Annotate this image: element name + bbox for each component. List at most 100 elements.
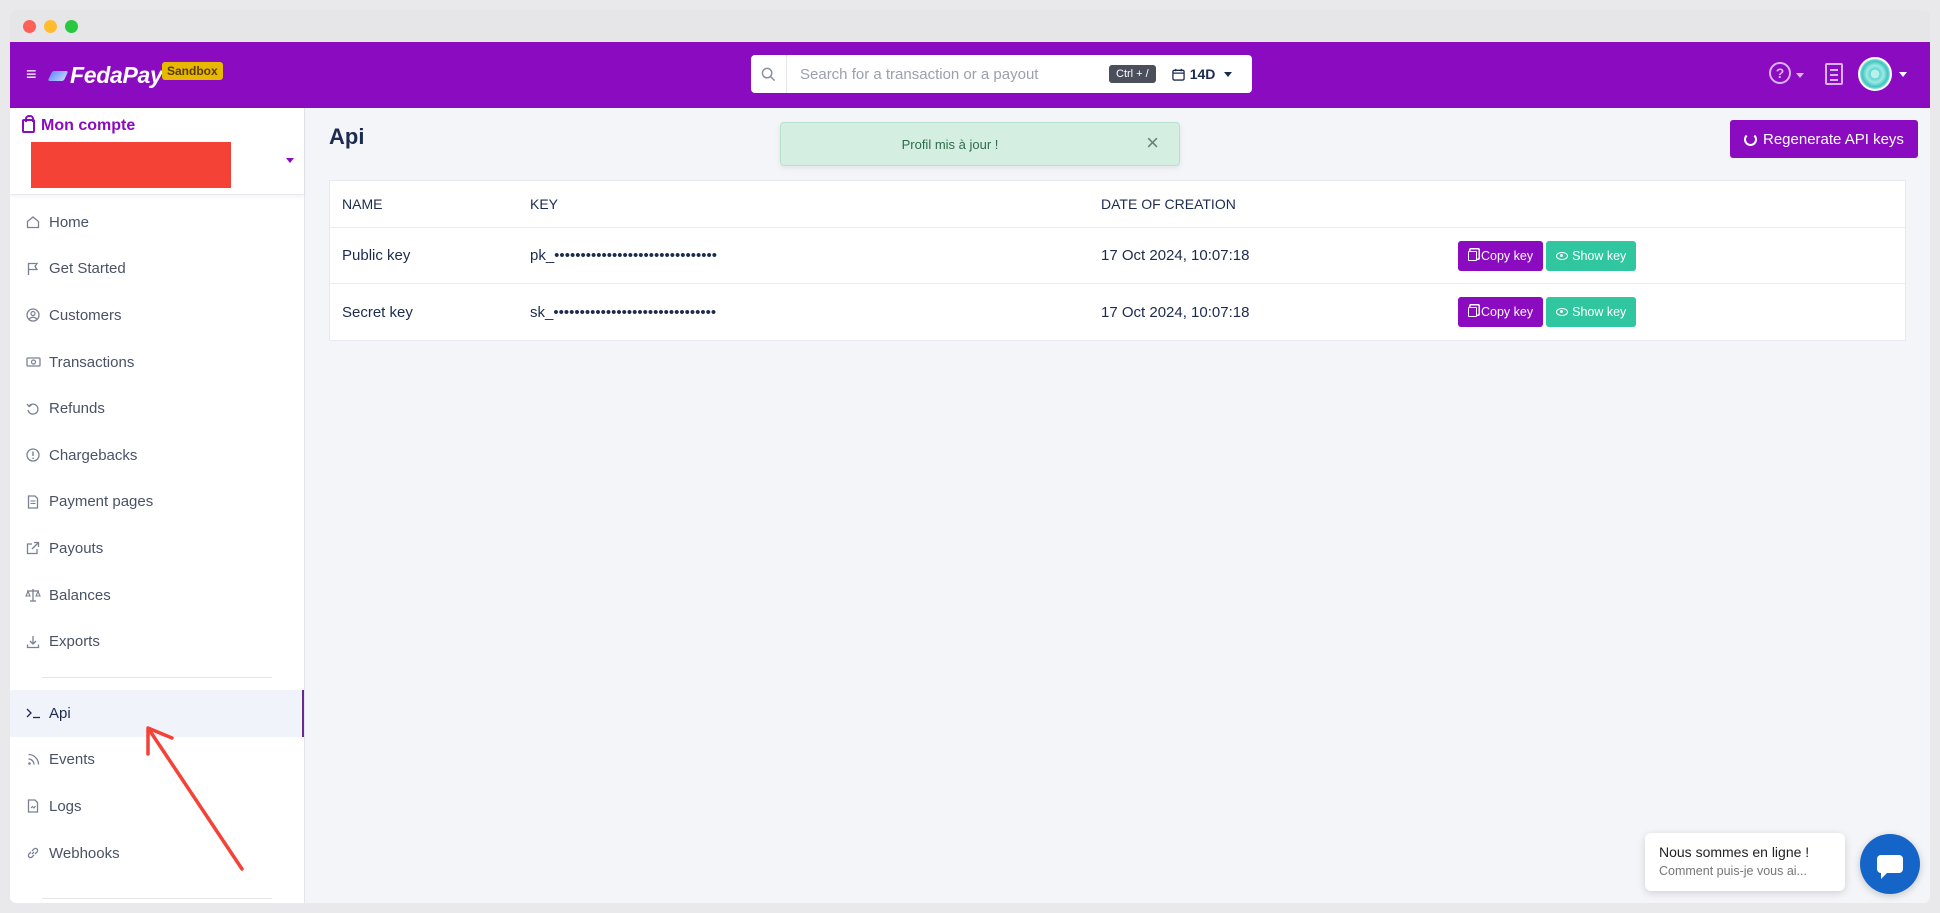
- sidebar-item-transactions[interactable]: Transactions: [10, 339, 304, 386]
- window-titlebar: [10, 10, 1930, 42]
- sidebar-item-balances[interactable]: Balances: [10, 572, 304, 619]
- period-selector[interactable]: 14D: [1171, 66, 1233, 82]
- terminal-icon: [25, 705, 41, 721]
- help-icon[interactable]: ?: [1769, 62, 1791, 84]
- copy-icon: [1468, 307, 1477, 317]
- close-icon[interactable]: ×: [1146, 132, 1159, 154]
- rss-icon: [25, 752, 41, 768]
- calendar-icon: [1171, 68, 1185, 81]
- user-circle-icon: [25, 307, 41, 323]
- avatar-chevron-down-icon[interactable]: [1899, 72, 1907, 77]
- avatar[interactable]: [1858, 57, 1892, 91]
- regenerate-label: Regenerate API keys: [1763, 130, 1904, 148]
- key-value: sk_•••••••••••••••••••••••••••••••: [530, 303, 717, 321]
- brand-name: FedaPay: [70, 62, 163, 88]
- sidebar-dev-nav: Api Events Logs Webhooks: [10, 689, 304, 877]
- logo-mark-icon: [47, 70, 69, 81]
- alert-icon: [25, 447, 41, 463]
- sidebar-item-customers[interactable]: Customers: [10, 292, 304, 339]
- sidebar-item-api[interactable]: Api: [10, 689, 304, 737]
- sidebar-item-label: Chargebacks: [49, 446, 138, 464]
- chat-icon: [1877, 855, 1903, 879]
- shopping-bag-icon: [22, 115, 35, 133]
- sidebar-item-get-started[interactable]: Get Started: [10, 246, 304, 293]
- sidebar-item-refunds[interactable]: Refunds: [10, 385, 304, 432]
- sidebar-item-label: Get Started: [49, 260, 126, 278]
- copy-label: Copy key: [1481, 305, 1534, 319]
- row-actions: Copy key Show key: [1458, 240, 1905, 271]
- search-icon: [751, 55, 787, 93]
- help-chevron-down-icon[interactable]: [1796, 73, 1804, 78]
- sidebar-divider: [42, 676, 272, 678]
- regenerate-api-keys-button[interactable]: Regenerate API keys: [1730, 120, 1918, 158]
- sidebar-item-payment-pages[interactable]: Payment pages: [10, 479, 304, 526]
- search-bar: Ctrl + / 14D: [751, 55, 1252, 93]
- scale-icon: [25, 587, 41, 603]
- copy-key-button[interactable]: Copy key: [1458, 240, 1544, 271]
- sidebar-item-label: Transactions: [49, 353, 135, 371]
- key-name: Public key: [342, 247, 411, 264]
- sidebar-item-webhooks[interactable]: Webhooks: [10, 830, 304, 877]
- chevron-down-icon: [1224, 71, 1233, 77]
- redacted-account-name: [31, 142, 231, 188]
- sidebar-item-label: Logs: [49, 797, 82, 815]
- copy-label: Copy key: [1481, 248, 1534, 263]
- documentation-icon[interactable]: [1825, 63, 1843, 85]
- flag-icon: [25, 261, 41, 277]
- table-row: Secret key sk_••••••••••••••••••••••••••…: [330, 284, 1905, 340]
- sidebar-item-payouts[interactable]: Payouts: [10, 525, 304, 572]
- row-actions: Copy key Show key: [1458, 297, 1905, 327]
- sidebar-item-label: Exports: [49, 633, 100, 651]
- search-input[interactable]: [787, 56, 1107, 92]
- brand-logo[interactable]: FedaPay: [47, 62, 163, 89]
- sidebar-item-label: Payment pages: [49, 493, 154, 511]
- eye-icon: [1556, 251, 1569, 260]
- sidebar-item-logs[interactable]: Logs: [10, 783, 304, 830]
- creation-date: 17 Oct 2024, 10:07:18: [1101, 247, 1250, 264]
- chevron-down-icon[interactable]: [286, 158, 294, 163]
- copy-key-button[interactable]: Copy key: [1458, 297, 1544, 327]
- chat-greeting[interactable]: Nous sommes en ligne ! Comment puis-je v…: [1645, 833, 1845, 891]
- copy-icon: [1468, 250, 1477, 261]
- sidebar-item-exports[interactable]: Exports: [10, 618, 304, 665]
- link-icon: [25, 845, 41, 861]
- toast-message: Profil mis à jour !: [901, 136, 999, 152]
- browser-window: ≡ FedaPay Sandbox Ctrl + / 14D ?: [10, 10, 1930, 903]
- sidebar-item-events[interactable]: Events: [10, 737, 304, 784]
- close-window-button[interactable]: [23, 19, 36, 33]
- show-label: Show key: [1572, 305, 1627, 319]
- refresh-icon: [1744, 132, 1757, 146]
- table-header: NAME KEY DATE OF CREATION: [330, 181, 1905, 228]
- show-key-button[interactable]: Show key: [1546, 297, 1637, 327]
- chat-title: Nous sommes en ligne !: [1659, 844, 1810, 860]
- sidebar-divider: [42, 898, 272, 900]
- refund-icon: [25, 401, 41, 417]
- page-icon: [25, 494, 41, 510]
- home-icon: [25, 214, 41, 230]
- show-key-button[interactable]: Show key: [1546, 240, 1637, 271]
- top-bar: ≡ FedaPay Sandbox Ctrl + / 14D ?: [10, 42, 1930, 108]
- sidebar-item-label: Balances: [49, 586, 111, 604]
- sidebar-item-home[interactable]: Home: [10, 199, 304, 246]
- minimize-window-button[interactable]: [44, 19, 57, 33]
- key-name: Secret key: [342, 303, 413, 321]
- sidebar-item-label: Payouts: [49, 539, 104, 557]
- account-switcher[interactable]: Mon compte: [10, 108, 304, 195]
- file-icon: [25, 798, 41, 814]
- api-keys-table: NAME KEY DATE OF CREATION Public key pk_…: [329, 180, 1906, 341]
- page-title: Api: [329, 124, 365, 149]
- success-toast: Profil mis à jour ! ×: [780, 122, 1180, 166]
- period-value: 14D: [1189, 66, 1216, 82]
- sidebar-item-label: Customers: [49, 306, 122, 324]
- account-title[interactable]: Mon compte: [22, 115, 135, 135]
- table-row: Public key pk_••••••••••••••••••••••••••…: [330, 228, 1905, 284]
- menu-icon[interactable]: ≡: [26, 63, 37, 85]
- shortcut-badge: Ctrl + /: [1109, 65, 1156, 83]
- chat-launcher-button[interactable]: [1860, 834, 1920, 894]
- sidebar-item-chargebacks[interactable]: Chargebacks: [10, 432, 304, 479]
- sidebar: Mon compte Home Get Started Customers Tr…: [10, 108, 305, 903]
- sidebar-item-label: Api: [49, 704, 71, 722]
- sidebar-item-label: Webhooks: [49, 844, 120, 862]
- column-header-key: KEY: [530, 196, 559, 212]
- maximize-window-button[interactable]: [65, 19, 78, 33]
